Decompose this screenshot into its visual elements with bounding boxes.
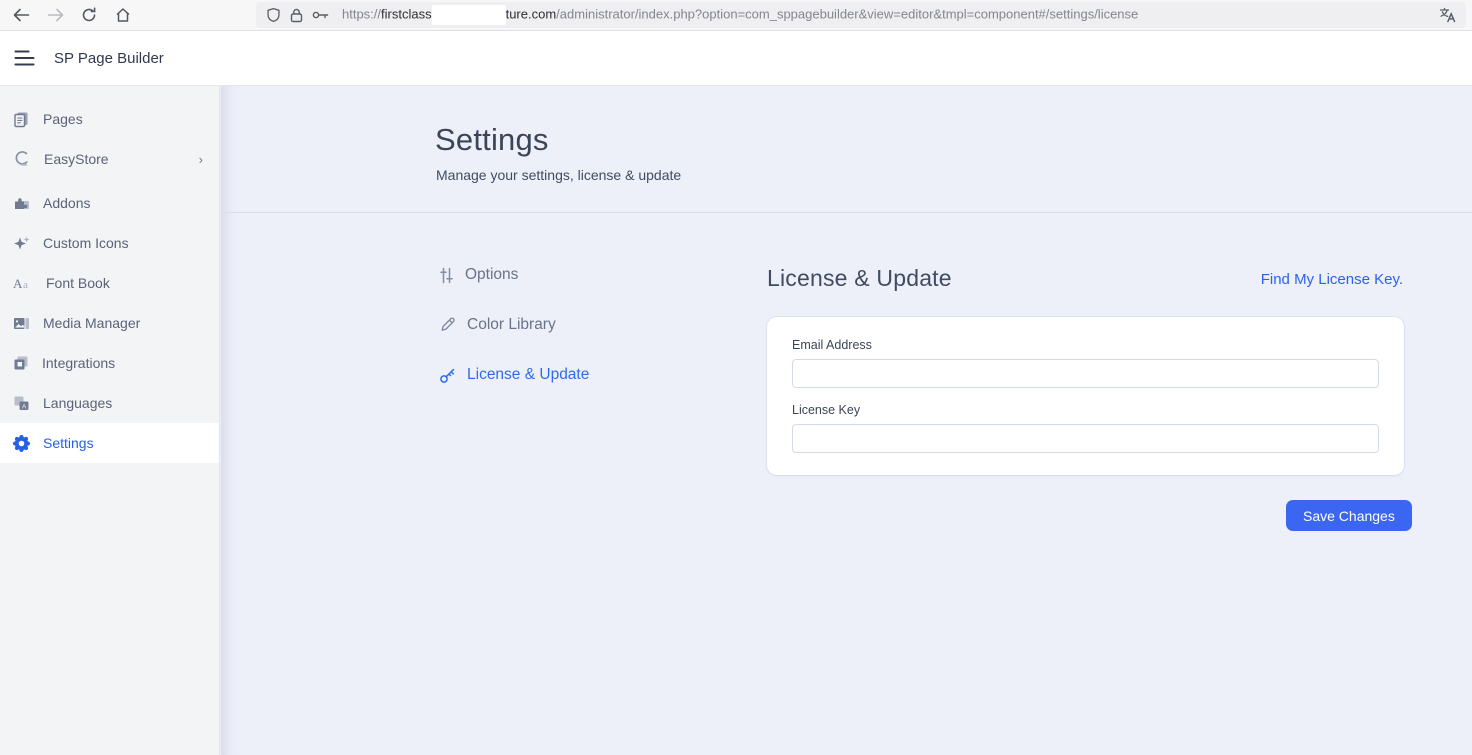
app-header: SP Page Builder (0, 31, 1472, 86)
sidebar-item-addons[interactable]: Addons (0, 183, 219, 223)
translate-icon[interactable] (1439, 7, 1456, 23)
svg-text:a: a (23, 279, 28, 291)
nav-item-color-library[interactable]: Color Library (439, 300, 589, 350)
addons-icon (15, 198, 29, 209)
license-form-card: Email Address License Key (767, 317, 1404, 475)
sidebar-item-custom-icons[interactable]: Custom Icons (0, 223, 219, 263)
forward-icon[interactable] (40, 2, 70, 28)
svg-text:A: A (22, 403, 27, 410)
easystore-icon (15, 151, 28, 166)
font-book-icon: Aa (13, 276, 28, 291)
url-bar[interactable]: https://firstclass ture.com/administrator… (256, 2, 1466, 28)
find-license-key-link[interactable]: Find My License Key. (1261, 271, 1403, 288)
nav-item-options[interactable]: Options (439, 250, 589, 300)
settings-nav: Options Color Library License & Update (439, 250, 589, 400)
url-text: https://firstclass ture.com/administrator… (342, 5, 1138, 25)
url-host-prefix: firstclass (381, 6, 432, 22)
languages-icon: A (14, 396, 29, 410)
save-changes-button[interactable]: Save Changes (1286, 500, 1412, 531)
page-title: Settings (435, 122, 549, 157)
sidebar-item-media-manager[interactable]: Media Manager (0, 303, 219, 343)
custom-icons-icon (14, 236, 30, 249)
nav-item-license-update[interactable]: License & Update (439, 350, 589, 400)
settings-gear-icon (13, 434, 30, 452)
url-scheme: https:// (342, 6, 382, 22)
sidebar: Pages EasyStore › Addons Custom Icons Aa… (0, 86, 220, 755)
section-heading: License & Update (767, 265, 952, 291)
page-subtitle: Manage your settings, license & update (436, 167, 682, 183)
header-divider (221, 212, 1472, 213)
browser-toolbar: https://firstclass ture.com/administrator… (0, 0, 1472, 31)
menu-toggle-icon[interactable] (10, 44, 38, 72)
back-icon[interactable] (6, 2, 36, 28)
sidebar-item-integrations[interactable]: Integrations (0, 343, 219, 383)
sidebar-item-font-book[interactable]: Aa Font Book (0, 263, 219, 303)
license-key-field[interactable] (792, 424, 1379, 453)
svg-text:A: A (13, 276, 23, 291)
shield-icon[interactable] (266, 7, 281, 23)
sidebar-item-languages[interactable]: A Languages (0, 383, 219, 423)
sidebar-item-settings[interactable]: Settings (0, 423, 219, 463)
sidebar-item-easystore[interactable]: EasyStore › (0, 139, 219, 179)
url-redaction (431, 5, 506, 25)
media-manager-icon (14, 317, 29, 329)
email-field[interactable] (792, 359, 1379, 388)
chevron-right-icon: › (198, 151, 203, 167)
sidebar-item-pages[interactable]: Pages (0, 99, 219, 139)
email-label: Email Address (792, 338, 872, 352)
options-sliders-icon (440, 267, 453, 283)
integrations-icon (14, 356, 28, 370)
url-host-suffix: ture.com (505, 6, 557, 22)
pages-icon (14, 112, 28, 127)
key-icon[interactable] (312, 9, 329, 21)
license-key-label: License Key (792, 403, 861, 417)
license-key-icon (440, 368, 455, 383)
refresh-icon[interactable] (74, 2, 104, 28)
url-path: /administrator/index.php?option=com_sppa… (556, 6, 1139, 22)
home-icon[interactable] (108, 2, 138, 28)
main-content: Settings Manage your settings, license &… (221, 86, 1472, 755)
app-title: SP Page Builder (54, 49, 164, 67)
lock-icon[interactable] (290, 8, 303, 23)
color-brush-icon (441, 317, 455, 331)
